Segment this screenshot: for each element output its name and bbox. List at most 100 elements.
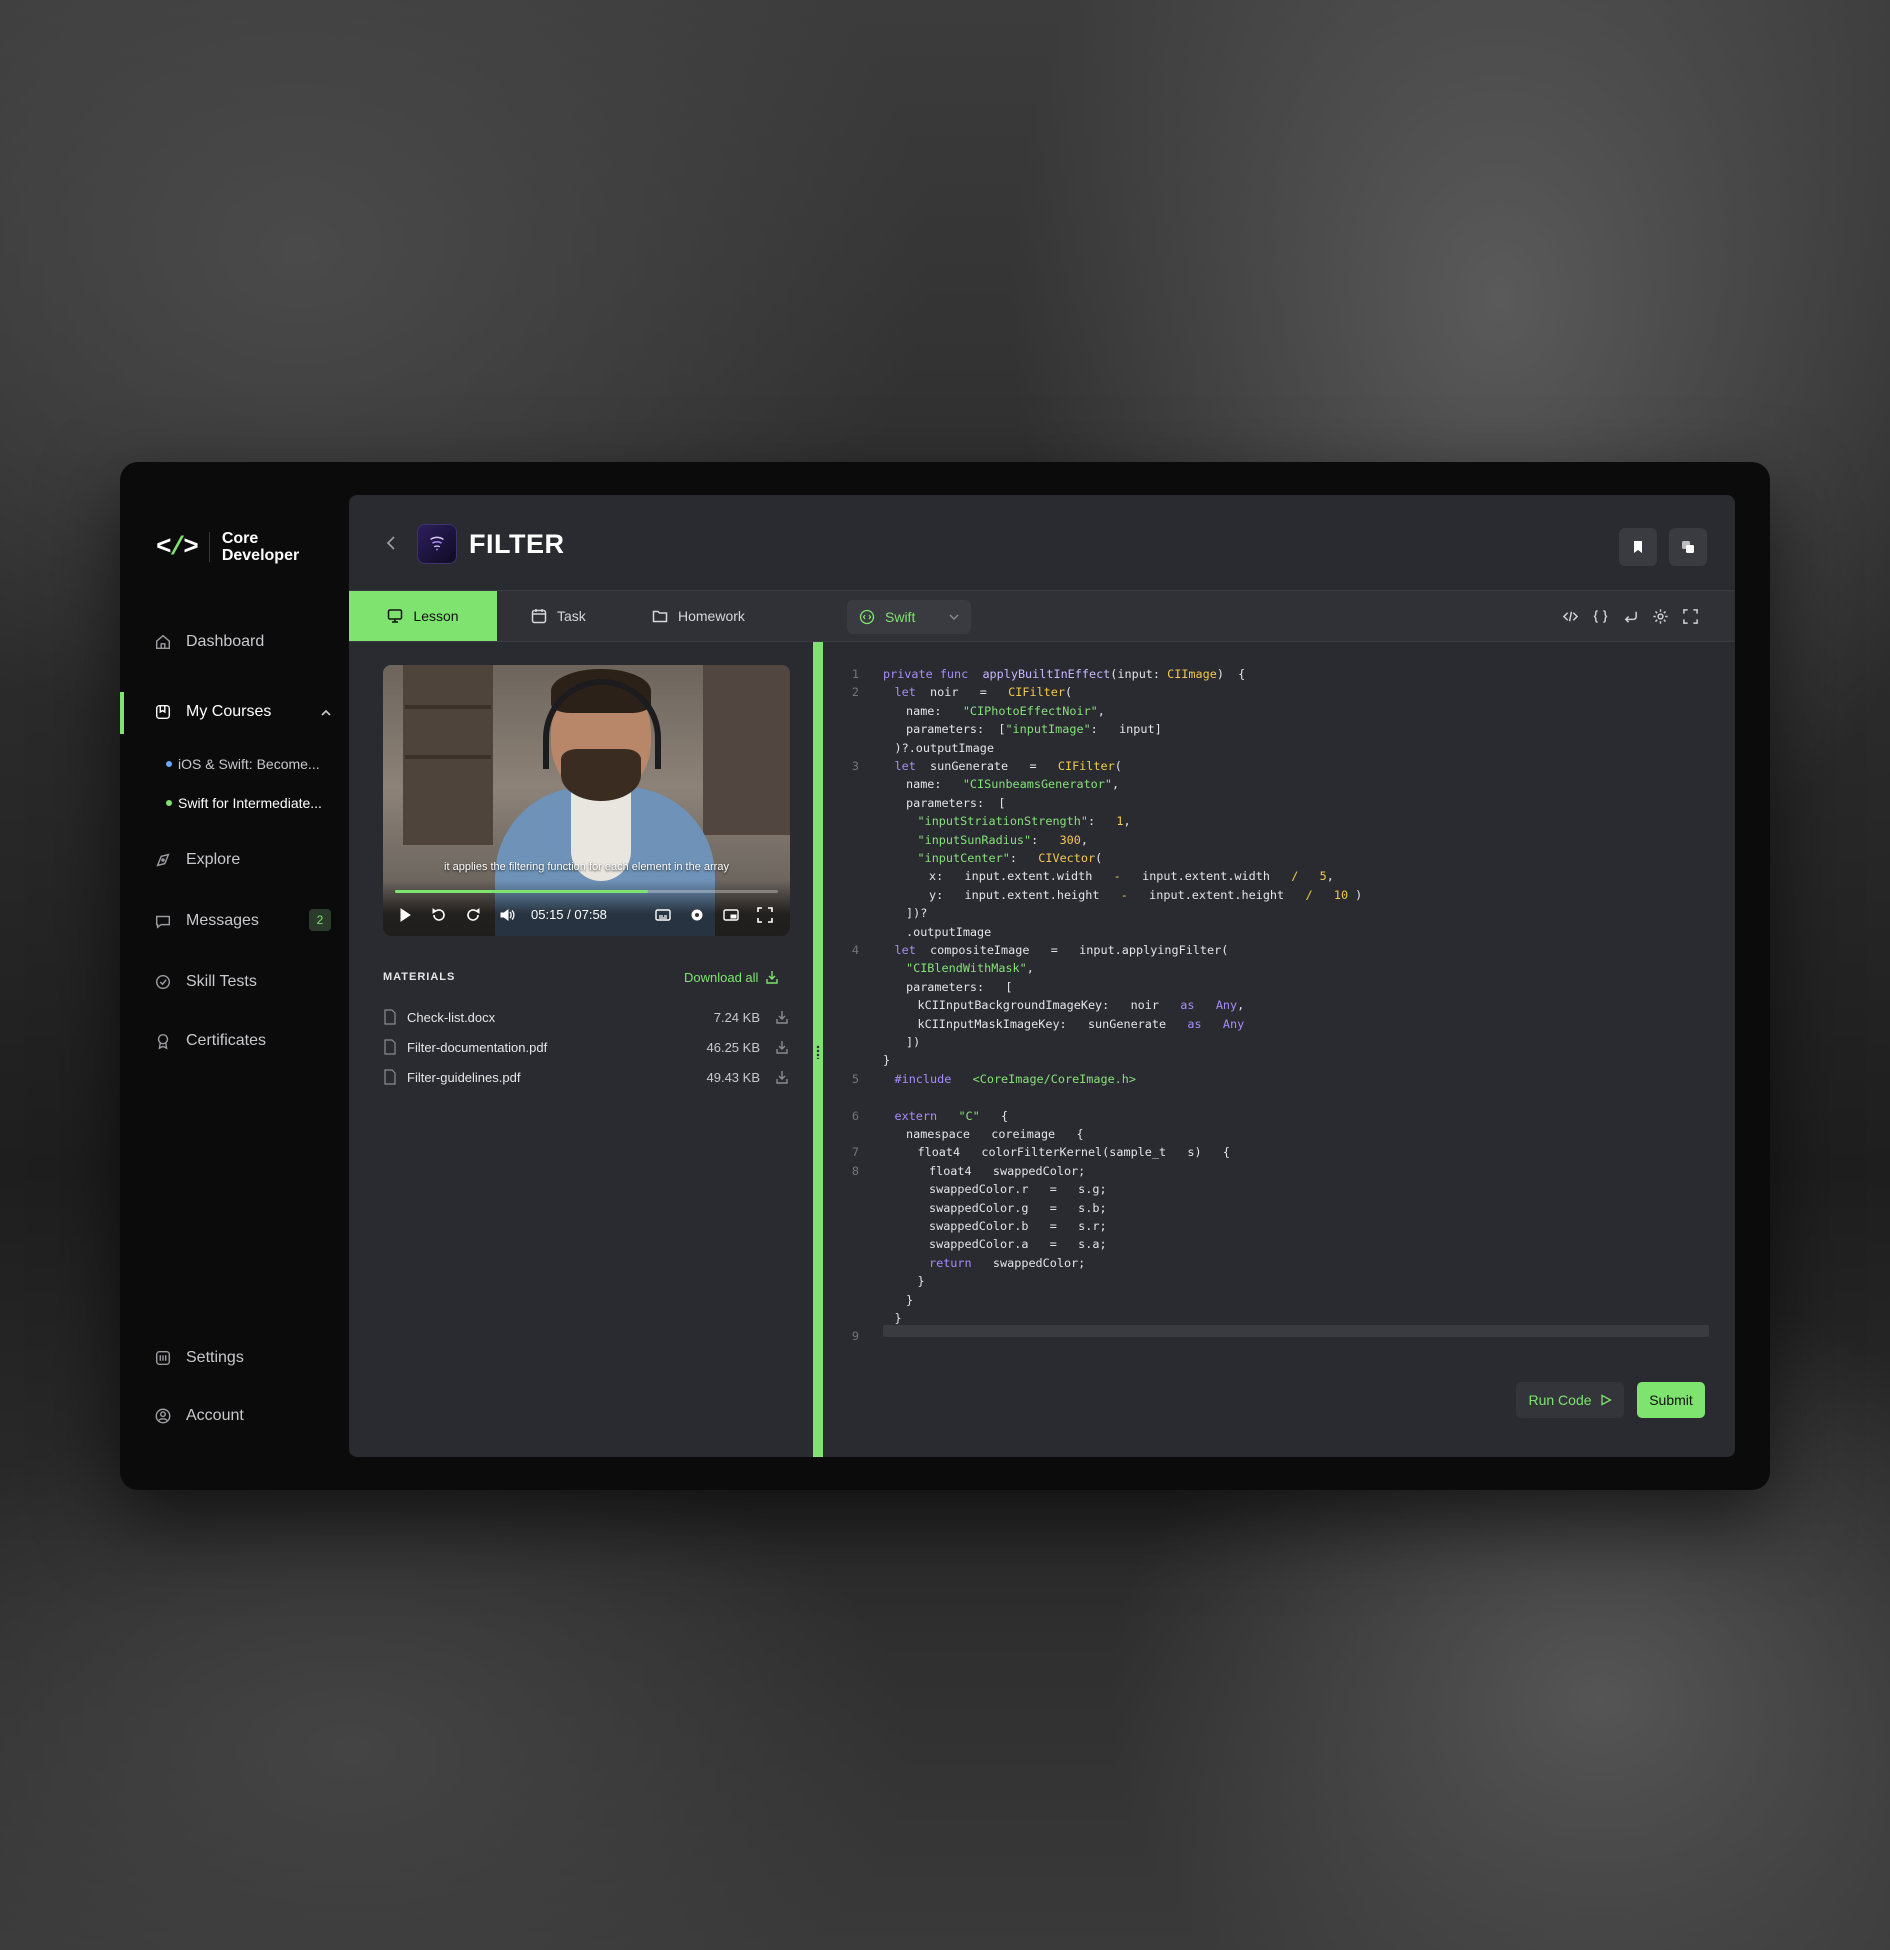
- code-token: :: [1087, 814, 1117, 829]
- code-token: swappedColor.r = s.g;: [929, 1182, 1107, 1197]
- fullscreen-button[interactable]: [1681, 607, 1699, 625]
- captions-button[interactable]: [655, 907, 671, 923]
- nav-item-skill-tests[interactable]: Skill Tests: [154, 973, 257, 991]
- panel-resize-handle[interactable]: [813, 642, 823, 1457]
- code-line: )?.outputImage: [895, 739, 994, 757]
- code-line: }: [883, 1051, 890, 1069]
- lesson-workspace: FILTER Lesson Task Homework Swift it app…: [349, 495, 1735, 1457]
- download-icon[interactable]: [774, 1039, 790, 1055]
- code-editor[interactable]: Run Code Submit 1 private func applyBuilt…: [823, 642, 1735, 1457]
- download-icon[interactable]: [774, 1069, 790, 1085]
- code-token: -: [1120, 887, 1128, 902]
- volume-button[interactable]: [499, 907, 515, 923]
- download-icon[interactable]: [774, 1009, 790, 1025]
- code-line: name: "CISunbeamsGenerator",: [906, 775, 1119, 793]
- nav-item-dashboard[interactable]: Dashboard: [154, 633, 264, 651]
- code-token: ) {: [1216, 667, 1246, 681]
- video-progress-fill: [395, 890, 648, 893]
- code-token: as: [1180, 998, 1195, 1013]
- format-button[interactable]: [1591, 607, 1609, 625]
- video-progress-bar[interactable]: [395, 890, 778, 893]
- video-settings-button[interactable]: [689, 907, 705, 923]
- nav-item-settings[interactable]: Settings: [154, 1349, 244, 1367]
- code-line: float4 swappedColor;: [929, 1162, 1085, 1180]
- material-file[interactable]: Filter-guidelines.pdf 49.43 KB: [383, 1066, 790, 1088]
- code-token: CIFilter: [1008, 685, 1065, 700]
- logo[interactable]: </> Core Developer: [156, 530, 299, 564]
- code-token: parameters: [: [906, 795, 1006, 810]
- rewind-button[interactable]: [431, 907, 447, 923]
- bookmark-button[interactable]: [1619, 528, 1657, 566]
- submit-button[interactable]: Submit: [1637, 1382, 1705, 1418]
- code-token: Any: [1222, 1016, 1245, 1031]
- nav-label: My Courses: [186, 703, 272, 720]
- tab-lesson[interactable]: Lesson: [349, 591, 497, 641]
- bookshelf: [703, 665, 790, 835]
- nav-item-explore[interactable]: Explore: [154, 851, 240, 869]
- active-line-highlight: [883, 1325, 1709, 1337]
- code-token: : input]: [1090, 722, 1162, 737]
- tab-task[interactable]: Task: [531, 591, 586, 641]
- nav-item-my-courses[interactable]: My Courses: [154, 703, 271, 721]
- download-all-link[interactable]: Download all: [684, 969, 780, 985]
- file-size: 49.43 KB: [706, 1069, 761, 1085]
- code-line: "inputSunRadius": 300,: [918, 831, 1088, 849]
- back-chevron-icon[interactable]: [383, 533, 399, 553]
- material-file[interactable]: Check-list.docx 7.24 KB: [383, 1006, 790, 1028]
- line-number: 4: [851, 943, 859, 957]
- editor-toolbar: [1561, 607, 1699, 625]
- copy-button[interactable]: [1669, 528, 1707, 566]
- nav-label: Messages: [186, 912, 259, 929]
- video-fullscreen-button[interactable]: [757, 907, 773, 923]
- course-item-swift-intermediate[interactable]: Swift for Intermediate...: [166, 795, 322, 811]
- tab-homework[interactable]: Homework: [652, 591, 745, 641]
- code-token: (: [1095, 851, 1103, 865]
- volume-icon: [500, 909, 515, 921]
- forward-button[interactable]: [465, 907, 481, 923]
- code-token: }: [906, 1292, 914, 1307]
- code-token: .outputImage: [906, 924, 992, 939]
- code-token: "inputSunRadius": [917, 832, 1032, 847]
- code-line: .outputImage: [906, 923, 991, 941]
- code-token: }: [894, 1311, 902, 1325]
- code-token: ,: [1237, 998, 1245, 1013]
- nav-item-account[interactable]: Account: [154, 1407, 244, 1425]
- editor-settings-button[interactable]: [1651, 607, 1669, 625]
- language-select[interactable]: Swift: [847, 600, 971, 634]
- run-code-button[interactable]: Run Code: [1516, 1382, 1624, 1418]
- expand-icon: [757, 907, 773, 923]
- code-token: 10: [1333, 887, 1349, 902]
- course-item-ios-swift[interactable]: iOS & Swift: Become...: [166, 756, 320, 772]
- code-token: ,: [1097, 703, 1105, 718]
- code-line: extern "C" {: [895, 1107, 1009, 1125]
- code-view-button[interactable]: [1561, 607, 1579, 625]
- copy-icon: [1682, 541, 1694, 553]
- code-line: float4 colorFilterKernel(sample_t s) {: [918, 1143, 1231, 1161]
- forward-icon: [467, 908, 480, 921]
- code-token: ,: [1123, 814, 1131, 829]
- code-token: float4 colorFilterKernel(sample_t s) {: [917, 1145, 1231, 1160]
- run-code-label: Run Code: [1528, 1392, 1592, 1408]
- code-token: ,: [1326, 869, 1334, 884]
- nav-item-certificates[interactable]: Certificates: [154, 1032, 266, 1050]
- code-logo-icon: </>: [156, 532, 199, 562]
- code-token: x: input.extent.width: [929, 869, 1114, 884]
- nav-item-messages[interactable]: Messages: [154, 912, 259, 930]
- code-token: namespace coreimage {: [906, 1127, 1084, 1141]
- video-player[interactable]: it applies the filtering function for ea…: [383, 665, 790, 936]
- chevron-up-icon[interactable]: [320, 707, 332, 719]
- material-file[interactable]: Filter-documentation.pdf 46.25 KB: [383, 1036, 790, 1058]
- captions-icon: [655, 909, 671, 921]
- code-token: kCIInputMaskImageKey: sunGenerate: [917, 1016, 1188, 1031]
- code-line: "inputStriationStrength": 1,: [918, 812, 1131, 830]
- wrap-button[interactable]: [1621, 607, 1639, 625]
- code-line: swappedColor.g = s.b;: [929, 1199, 1107, 1217]
- play-button[interactable]: [397, 907, 413, 923]
- code-line: }: [918, 1272, 925, 1290]
- pip-button[interactable]: [723, 907, 739, 923]
- active-indicator: [120, 692, 124, 734]
- file-icon: [384, 1039, 396, 1055]
